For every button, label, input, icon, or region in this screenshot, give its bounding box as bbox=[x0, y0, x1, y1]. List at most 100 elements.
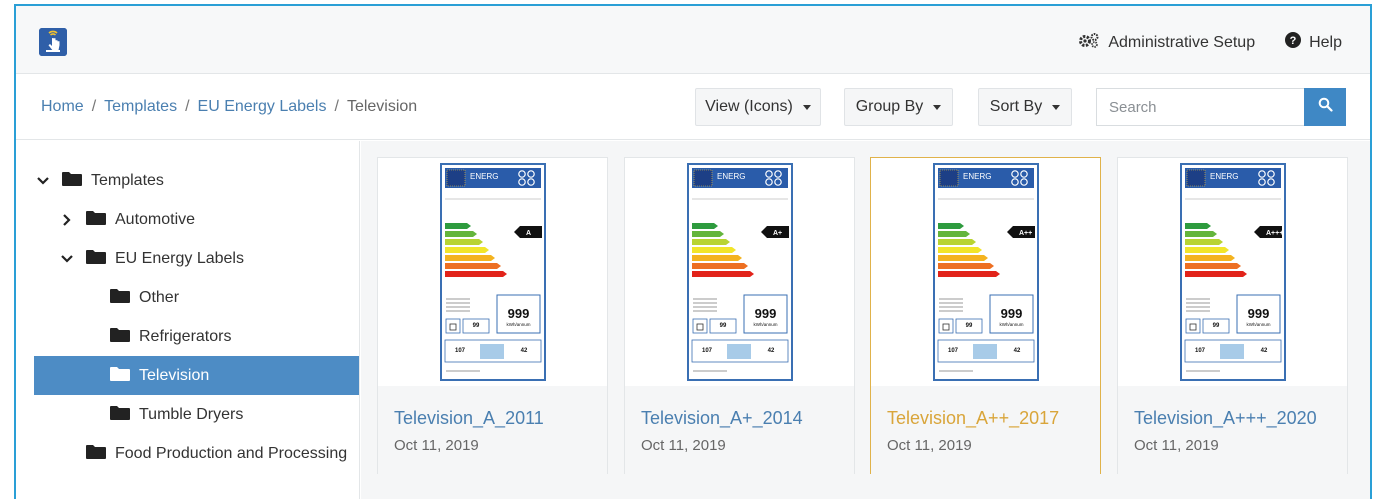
view-dropdown-button[interactable]: View (Icons) bbox=[695, 88, 821, 126]
tree-item-television[interactable]: Television bbox=[34, 356, 359, 395]
breadcrumb-templates[interactable]: Templates bbox=[104, 98, 177, 116]
chevron-down-icon[interactable] bbox=[58, 254, 76, 263]
folder-icon bbox=[110, 327, 130, 347]
tree-item-label: Food Production and Processing bbox=[115, 444, 348, 462]
energy-label-image: ENERG A 999kWh/annum 99 107 42 bbox=[439, 163, 546, 381]
template-card[interactable]: ENERG A+++ 999 kWh/annum 99 107 42 Television_… bbox=[1117, 157, 1348, 475]
tree-item-eu-energy-labels[interactable]: EU Energy Labels bbox=[58, 239, 358, 278]
card-title[interactable]: Television_A+_2014 bbox=[641, 408, 854, 429]
folder-icon bbox=[62, 171, 82, 191]
tree-item-label: Automotive bbox=[115, 210, 196, 228]
tree-item-templates[interactable]: Templates bbox=[34, 161, 360, 200]
card-title[interactable]: Television_A++_2017 bbox=[887, 408, 1100, 429]
svg-text:99: 99 bbox=[719, 323, 726, 329]
svg-text:kWh/annum: kWh/annum bbox=[506, 322, 530, 327]
svg-text:A+++: A+++ bbox=[1266, 230, 1283, 237]
svg-text:42: 42 bbox=[1013, 348, 1020, 354]
tree-item-automotive[interactable]: Automotive bbox=[58, 200, 358, 239]
svg-text:?: ? bbox=[1290, 35, 1297, 47]
search-group bbox=[1096, 88, 1346, 126]
tree-item-label: Tumble Dryers bbox=[139, 405, 244, 423]
administrative-setup-label: Administrative Setup bbox=[1108, 33, 1256, 51]
card-date: Oct 11, 2019 bbox=[641, 437, 726, 454]
folder-icon bbox=[86, 210, 106, 230]
folder-icon bbox=[86, 444, 106, 464]
svg-text:ENERG: ENERG bbox=[717, 172, 745, 181]
caret-down-icon bbox=[933, 104, 942, 110]
svg-text:kWh/annum: kWh/annum bbox=[753, 322, 777, 327]
folder-icon bbox=[110, 405, 130, 425]
search-button[interactable] bbox=[1304, 88, 1346, 126]
toolbar: Home / Templates / EU Energy Labels / Te… bbox=[16, 74, 1370, 140]
card-date: Oct 11, 2019 bbox=[394, 437, 479, 454]
svg-text:ENERG: ENERG bbox=[470, 172, 498, 181]
energy-label-thumbnail: ENERG A+++ 999 kWh/annum 99 107 42 bbox=[1118, 158, 1347, 386]
breadcrumb: Home / Templates / EU Energy Labels / Te… bbox=[41, 98, 417, 116]
template-card[interactable]: ENERG A+ 999 kWh/annum 99 107 42 Television_A+… bbox=[624, 157, 855, 475]
tree-item-refrigerators[interactable]: Refrigerators bbox=[110, 317, 360, 356]
svg-text:107: 107 bbox=[454, 348, 465, 354]
svg-text:ENERG: ENERG bbox=[963, 172, 991, 181]
app-logo-icon[interactable] bbox=[39, 28, 67, 56]
svg-text:107: 107 bbox=[701, 348, 712, 354]
breadcrumb-eu-energy-labels[interactable]: EU Energy Labels bbox=[198, 98, 327, 116]
tree-item-label: Other bbox=[139, 288, 180, 306]
search-input[interactable] bbox=[1096, 88, 1304, 126]
energy-label-thumbnail: ENERG A+ 999 kWh/annum 99 107 42 bbox=[625, 158, 854, 386]
svg-text:107: 107 bbox=[1194, 348, 1205, 354]
sort-by-label: Sort By bbox=[989, 98, 1043, 115]
card-footer: Television_A+++_2020 Oct 11, 2019 bbox=[1118, 386, 1347, 475]
breadcrumb-current: Television bbox=[346, 98, 418, 115]
folder-tree: Templates Automotive EU Energy Labels Ot… bbox=[16, 141, 360, 499]
energy-label-image: ENERG A+ 999kWh/annum 99 107 42 bbox=[686, 163, 793, 381]
card-date: Oct 11, 2019 bbox=[887, 437, 972, 454]
tree-item-label: Templates bbox=[91, 171, 164, 189]
svg-text:999: 999 bbox=[1000, 306, 1022, 321]
folder-icon bbox=[110, 288, 130, 308]
svg-text:42: 42 bbox=[1260, 348, 1267, 354]
chevron-right-icon[interactable] bbox=[58, 213, 76, 226]
svg-text:999: 999 bbox=[507, 306, 529, 321]
gears-icon bbox=[1078, 32, 1100, 53]
caret-down-icon bbox=[1052, 104, 1061, 110]
tree-item-label: EU Energy Labels bbox=[115, 249, 244, 267]
energy-label-thumbnail: ENERG A++ 999 kWh/annum 99 107 42 bbox=[871, 158, 1100, 386]
tree-item-label: Television bbox=[139, 366, 210, 384]
top-nav: Administrative Setup ? Help bbox=[16, 6, 1370, 74]
search-icon bbox=[1318, 97, 1333, 117]
card-date: Oct 11, 2019 bbox=[1134, 437, 1219, 454]
help-link[interactable]: ? Help bbox=[1285, 32, 1342, 53]
svg-text:42: 42 bbox=[767, 348, 774, 354]
svg-text:ENERG: ENERG bbox=[1210, 172, 1238, 181]
svg-text:A+: A+ bbox=[773, 230, 782, 237]
energy-label-thumbnail: ENERG A 999 kWh/annum 99 107 42 bbox=[378, 158, 607, 386]
svg-text:107: 107 bbox=[947, 348, 958, 354]
breadcrumb-separator: / bbox=[91, 98, 97, 115]
svg-text:kWh/annum: kWh/annum bbox=[1246, 322, 1270, 327]
card-title[interactable]: Television_A_2011 bbox=[394, 408, 607, 429]
template-card-selected[interactable]: ENERG A++ 999 kWh/annum 99 107 42 Television_A… bbox=[870, 157, 1101, 475]
card-footer: Television_A+_2014 Oct 11, 2019 bbox=[625, 386, 854, 475]
app-window: Administrative Setup ? Help Home / Templ… bbox=[14, 4, 1372, 499]
card-title[interactable]: Television_A+++_2020 bbox=[1134, 408, 1347, 429]
svg-text:999: 999 bbox=[754, 306, 776, 321]
svg-text:99: 99 bbox=[1212, 323, 1219, 329]
svg-text:A++: A++ bbox=[1019, 230, 1032, 237]
breadcrumb-home[interactable]: Home bbox=[41, 98, 84, 116]
view-dropdown-label: View (Icons) bbox=[705, 98, 793, 115]
tree-item-tumble-dryers[interactable]: Tumble Dryers bbox=[110, 395, 360, 434]
tree-item-label: Refrigerators bbox=[139, 327, 232, 345]
template-card[interactable]: ENERG A 999 kWh/annum 99 107 42 Television_A_2… bbox=[377, 157, 608, 475]
sort-by-dropdown-button[interactable]: Sort By bbox=[978, 88, 1072, 126]
tree-item-food-production[interactable]: Food Production and Processing bbox=[86, 434, 360, 473]
folder-icon bbox=[86, 249, 106, 269]
group-by-dropdown-button[interactable]: Group By bbox=[844, 88, 953, 126]
svg-text:kWh/annum: kWh/annum bbox=[999, 322, 1023, 327]
caret-down-icon bbox=[802, 104, 811, 110]
administrative-setup-link[interactable]: Administrative Setup bbox=[1078, 32, 1255, 53]
question-circle-icon: ? bbox=[1285, 32, 1302, 53]
svg-text:42: 42 bbox=[520, 348, 527, 354]
help-label: Help bbox=[1309, 33, 1342, 51]
chevron-down-icon[interactable] bbox=[34, 176, 52, 185]
tree-item-other[interactable]: Other bbox=[110, 278, 360, 317]
